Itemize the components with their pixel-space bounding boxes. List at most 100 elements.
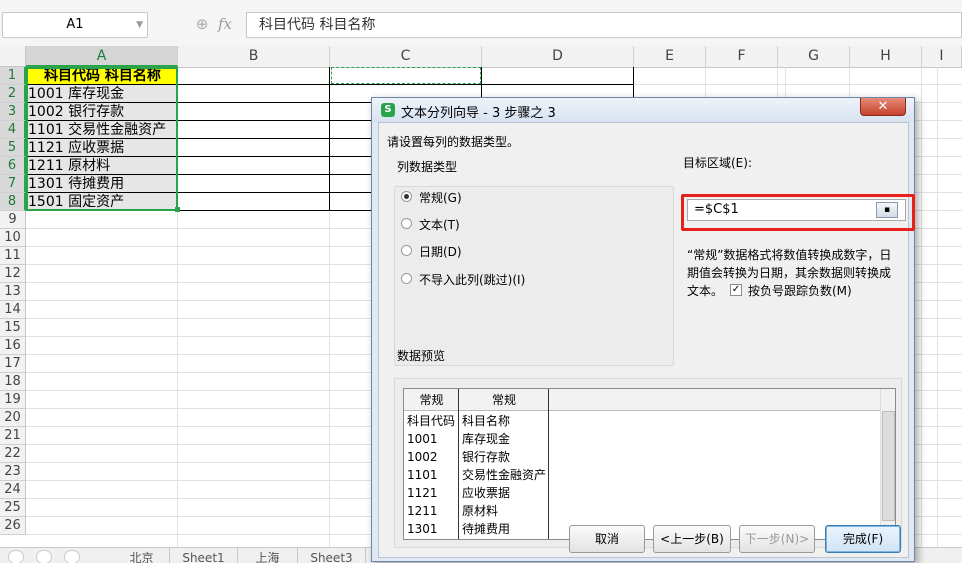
row-header[interactable]: 8	[0, 193, 26, 211]
grid-line	[921, 67, 922, 547]
cell[interactable]	[178, 121, 330, 139]
preview-cell: 1002	[407, 450, 438, 464]
preview-header[interactable]: 常规	[459, 389, 549, 411]
row-header[interactable]: 26	[0, 517, 26, 535]
preview-cell: 待摊费用	[462, 522, 511, 536]
row-header[interactable]: 9	[0, 211, 26, 229]
row-header[interactable]: 16	[0, 337, 26, 355]
radio-date-label[interactable]: 日期(D)	[419, 243, 462, 260]
sheet-tab[interactable]: Sheet3	[298, 548, 366, 563]
row-header[interactable]: 24	[0, 481, 26, 499]
preview-cell: 银行存款	[462, 450, 511, 464]
row-header[interactable]: 22	[0, 445, 26, 463]
row-header[interactable]: 19	[0, 391, 26, 409]
radio-text[interactable]	[401, 218, 412, 229]
preview-cell: 1101	[407, 468, 438, 482]
column-header-bar: A B C D E F G H I	[0, 46, 962, 68]
column-header-e[interactable]: E	[634, 46, 706, 67]
select-all-corner[interactable]	[0, 46, 26, 67]
radio-date[interactable]	[401, 245, 412, 256]
fill-handle[interactable]	[175, 207, 180, 212]
column-header-b[interactable]: B	[178, 46, 330, 67]
tab-next-icon[interactable]	[36, 550, 52, 563]
tab-prev-icon[interactable]	[8, 550, 24, 563]
row-header[interactable]: 18	[0, 373, 26, 391]
cell[interactable]	[178, 193, 330, 211]
cell[interactable]	[178, 85, 330, 103]
row-header[interactable]: 1	[0, 67, 26, 85]
close-icon[interactable]: ✕	[860, 98, 906, 116]
next-step-button[interactable]: 下一步(N)>	[739, 525, 815, 553]
column-header-d[interactable]: D	[482, 46, 634, 67]
cell[interactable]	[178, 157, 330, 175]
cell[interactable]	[178, 175, 330, 193]
column-header-c[interactable]: C	[330, 46, 482, 67]
radio-text-label[interactable]: 文本(T)	[419, 216, 460, 233]
preview-cell: 库存现金	[462, 432, 511, 446]
cancel-button[interactable]: 取消	[569, 525, 645, 553]
target-label: 目标区域(E):	[683, 156, 752, 170]
prev-step-button[interactable]: <上一步(B)	[653, 525, 731, 553]
name-box-value: A1	[66, 17, 84, 32]
cell[interactable]	[178, 103, 330, 121]
row-header[interactable]: 15	[0, 319, 26, 337]
tab-last-icon[interactable]	[64, 550, 80, 563]
radio-general[interactable]	[401, 191, 412, 202]
column-header-g[interactable]: G	[778, 46, 850, 67]
row-header[interactable]: 10	[0, 229, 26, 247]
radio-general-label[interactable]: 常规(G)	[419, 189, 462, 206]
column-header-h[interactable]: H	[850, 46, 922, 67]
radio-skip[interactable]	[401, 273, 412, 284]
sheet-tab[interactable]: 北京	[114, 548, 170, 563]
scrollbar-thumb[interactable]	[882, 411, 895, 521]
row-header[interactable]: 5	[0, 139, 26, 157]
row-header[interactable]: 20	[0, 409, 26, 427]
column-header-a[interactable]: A	[26, 46, 178, 67]
sheet-tab[interactable]: Sheet1	[170, 548, 238, 563]
column-header-f[interactable]: F	[706, 46, 778, 67]
row-header[interactable]: 7	[0, 175, 26, 193]
dialog-title: 文本分列向导 - 3 步骤之 3	[401, 106, 556, 121]
row-header[interactable]: 21	[0, 427, 26, 445]
preview-scrollbar[interactable]	[880, 389, 895, 539]
preview-cell: 科目名称	[462, 414, 511, 428]
chevron-down-icon[interactable]: ▼	[136, 13, 143, 37]
highlight-box	[681, 194, 915, 231]
preview-cell: 原材料	[462, 504, 499, 518]
row-header[interactable]: 4	[0, 121, 26, 139]
column-separator[interactable]	[548, 389, 549, 539]
app-icon: S	[381, 103, 395, 117]
preview-header[interactable]: 常规	[404, 389, 459, 411]
preview-cell: 科目代码	[407, 414, 456, 428]
row-header[interactable]: 6	[0, 157, 26, 175]
dialog-titlebar[interactable]: S 文本分列向导 - 3 步骤之 3 ✕	[372, 98, 914, 122]
name-box[interactable]: A1 ▼	[2, 12, 148, 38]
cell[interactable]	[178, 67, 330, 85]
row-header[interactable]: 14	[0, 301, 26, 319]
row-header[interactable]: 3	[0, 103, 26, 121]
row-header[interactable]: 12	[0, 265, 26, 283]
radio-skip-label[interactable]: 不导入此列(跳过)(I)	[419, 271, 525, 288]
row-header[interactable]: 17	[0, 355, 26, 373]
formula-input[interactable]: 科目代码 科目名称	[246, 12, 962, 38]
zoom-icon[interactable]: ⊕	[192, 14, 212, 34]
negative-checkbox[interactable]: ✓	[730, 284, 742, 296]
dialog-body: 请设置每列的数据类型。 列数据类型 常规(G) 文本(T) 日期(D) 不导入此…	[378, 122, 915, 558]
negative-checkbox-label[interactable]: 按负号跟踪负数(M)	[748, 282, 852, 299]
row-header[interactable]: 23	[0, 463, 26, 481]
sheet-tab[interactable]: 上海	[238, 548, 298, 563]
preview-cell: 1001	[407, 432, 438, 446]
finish-button[interactable]: 完成(F)	[825, 525, 901, 553]
cell[interactable]	[178, 139, 330, 157]
preview-cell: 1211	[407, 504, 438, 518]
data-preview[interactable]: 常规 常规 科目代码 科目名称 1001 库存现金 1002 银行存款 1101…	[403, 388, 896, 540]
row-header[interactable]: 2	[0, 85, 26, 103]
row-header[interactable]: 11	[0, 247, 26, 265]
fx-icon[interactable]: fx	[218, 14, 240, 34]
row-header[interactable]: 13	[0, 283, 26, 301]
text-to-columns-dialog: S 文本分列向导 - 3 步骤之 3 ✕ 请设置每列的数据类型。 列数据类型 常…	[371, 97, 915, 562]
cell[interactable]	[482, 67, 634, 85]
preview-header-empty	[549, 389, 880, 411]
row-header[interactable]: 25	[0, 499, 26, 517]
column-header-i[interactable]: I	[922, 46, 962, 67]
